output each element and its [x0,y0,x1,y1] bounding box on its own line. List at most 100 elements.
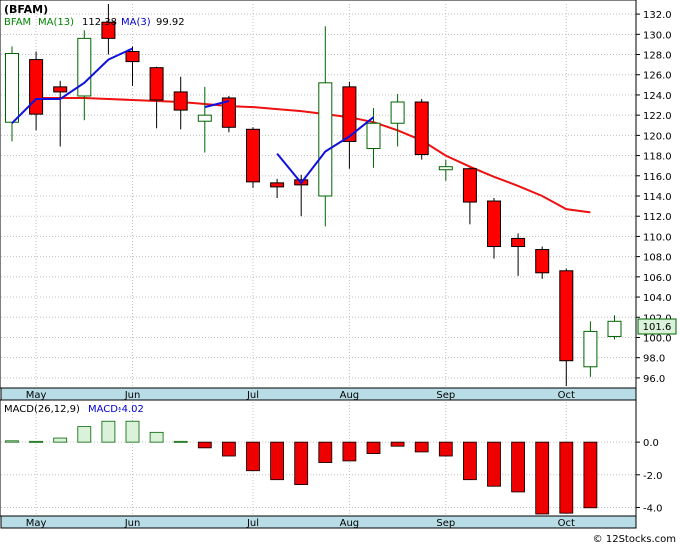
legend-ma3-label: MA(3) [121,17,151,28]
price-tick-label: 98.0 [643,354,665,365]
candle-body [125,50,140,63]
macd-x-label: Aug [340,518,360,529]
price-tick-label: 118.0 [643,152,672,163]
candle-body [583,330,598,368]
price-tick-label: 100.0 [643,333,672,344]
macd-x-axis: May Jun Jul Aug Sep Oct [0,515,637,529]
macd-panel: 0.0 -2.0 -4.0 May Jun Jul Aug Sep Oct MACD(26,1… [0,399,663,529]
price-tick-label: 124.0 [643,91,672,102]
candle-body [197,114,212,122]
price-x-label: Sep [436,390,455,401]
price-x-label: Jun [124,390,141,401]
chart-canvas: 96.098.0100.0102.0104.0106.0108.0110.011… [0,0,680,546]
macd-x-label: Oct [558,518,575,529]
macd-bar-positive [29,440,44,443]
footer-credit: © 12Stocks.com [593,534,676,545]
candle-body [318,82,333,197]
macd-bar-negative [414,441,429,453]
macd-bar-negative [511,441,526,493]
macd-bar-negative [390,441,405,447]
macd-bar-positive [53,437,68,443]
price-x-axis: May Jun Jul Aug Sep Oct [0,387,637,401]
price-tick-label: 104.0 [643,293,672,304]
price-x-label: Jul [246,390,259,401]
price-panel-frame [0,0,637,389]
macd-title: MACD(26,12,9) [4,404,80,415]
price-tick-label: 120.0 [643,131,672,142]
macd-x-label: Jul [246,518,259,529]
candle-body [173,91,188,111]
macd-bar-negative [342,441,357,462]
price-x-label: Aug [340,390,360,401]
candle-body [438,166,453,171]
price-tick-label: 108.0 [643,253,672,264]
macd-x-label: Sep [436,518,455,529]
stock-chart: 96.098.0100.0102.0104.0106.0108.0110.011… [0,0,680,546]
price-tick-label: 106.0 [643,273,672,284]
legend-ma13-value: 112.38 [82,17,117,28]
price-tick-label: 132.0 [643,10,672,21]
macd-bar-negative [438,441,453,457]
macd-tick-label: -4.0 [643,503,663,514]
macd-bar-negative [487,441,501,487]
macd-x-label: Jun [124,518,141,529]
macd-bar-negative [583,441,598,509]
macd-tick-label: 0.0 [643,438,659,449]
macd-bar-negative [366,441,381,454]
price-tick-label: 112.0 [643,212,672,223]
candle-body [366,122,381,150]
macd-x-label: May [26,518,47,529]
macd-tick-label: -2.0 [643,471,663,482]
price-tick-label: 96.0 [643,374,665,385]
price-tick-label: 126.0 [643,71,672,82]
last-price-tag: 101.6 [637,318,677,335]
macd-bar-negative [270,441,285,481]
candle-body [607,320,622,337]
candle-body [511,237,526,248]
candle-body [414,101,429,156]
candle-body [246,128,260,183]
candle-body [29,59,44,115]
macd-legend-label: MACD: [88,404,121,415]
price-x-label: Oct [558,390,575,401]
candle-body [270,182,285,188]
candle-body [559,270,574,362]
legend-ma13-label: MA(13) [38,17,74,28]
macd-bar-negative [197,441,212,449]
macd-x-axis-band [0,515,637,529]
price-tick-label: 128.0 [643,51,672,62]
macd-bar-negative [559,441,574,514]
price-tick-label: 130.0 [643,30,672,41]
macd-bar-negative [462,441,477,481]
price-panel: 96.098.0100.0102.0104.0106.0108.0110.011… [0,0,677,401]
price-x-label: May [26,390,47,401]
candle-down [246,127,260,188]
candle-body [77,37,92,97]
candle-down [414,98,429,160]
candle-body [149,67,164,101]
macd-bar-negative [294,441,309,485]
price-x-axis-band [0,387,637,401]
chart-title: (BFAM) [4,3,48,16]
candle-body [462,168,477,203]
macd-bar-positive [101,420,116,443]
candle-body [53,86,68,93]
macd-legend-value: -4.02 [118,404,144,415]
price-tick-label: 114.0 [643,192,672,203]
price-tick-label: 122.0 [643,111,672,122]
price-tick-label: 110.0 [643,232,672,243]
macd-bar-negative [318,441,333,463]
macd-bar-positive [173,440,188,443]
candle-body [390,101,405,124]
candle-body [535,249,550,274]
candle-body [487,200,501,248]
price-tick-label: 116.0 [643,172,672,183]
macd-bar-positive [77,426,92,443]
last-price-label: 101.6 [643,322,672,333]
price-legend: BFAM MA(13) 112.38 MA(3) 99.92 [4,17,185,28]
candle-body [5,53,19,123]
macd-bar-positive [125,420,140,443]
macd-bar-negative [535,441,550,515]
macd-bar-positive [5,440,19,443]
legend-symbol: BFAM [4,17,31,28]
